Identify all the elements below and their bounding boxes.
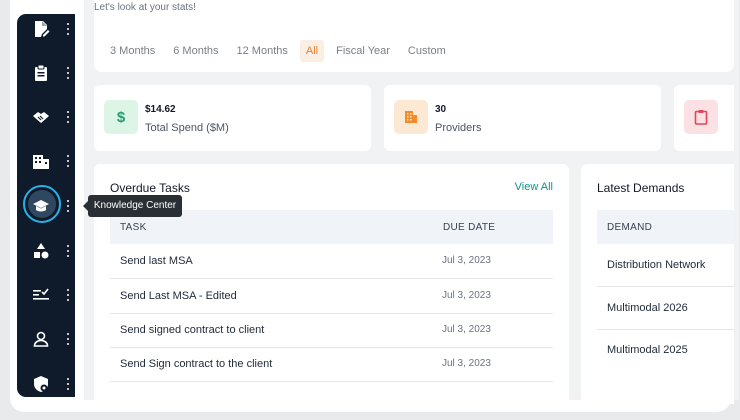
list-item[interactable]: Distribution Network	[597, 244, 734, 287]
clipboard-icon	[684, 100, 718, 134]
table-row[interactable]: Send signed contract to client Jul 3, 20…	[110, 313, 553, 348]
building-icon	[394, 100, 428, 134]
tab-fiscal-year[interactable]: Fiscal Year	[330, 40, 396, 62]
greeting-text: Let's look at your stats!	[94, 2, 196, 13]
table-header: DEMAND	[597, 210, 734, 244]
view-all-link[interactable]: View All	[515, 181, 553, 193]
sidebar-item-categories[interactable]	[17, 236, 75, 266]
panel-title: Latest Demands	[597, 181, 685, 195]
user-icon	[32, 330, 50, 348]
graduation-cap-icon	[32, 197, 50, 215]
column-header-due-date: DUE DATE	[443, 222, 496, 233]
document-edit-icon	[32, 20, 50, 38]
stat-card-providers[interactable]: 30 Providers	[384, 85, 661, 151]
sidebar-item-knowledge-center[interactable]	[17, 185, 75, 223]
tab-12-months[interactable]: 12 Months	[231, 40, 294, 62]
sidebar-item-users[interactable]	[17, 324, 75, 354]
tab-all[interactable]: All	[299, 40, 325, 62]
task-name: Send last MSA	[120, 255, 193, 267]
stat-label: Providers	[435, 122, 482, 134]
stat-value: $14.62	[145, 104, 176, 115]
due-date: Jul 3, 2023	[442, 324, 491, 335]
stat-card-total-spend[interactable]: $ $14.62 Total Spend ($M)	[94, 85, 371, 151]
tab-custom[interactable]: Custom	[402, 40, 452, 62]
column-header-demand: DEMAND	[607, 222, 653, 233]
table-row[interactable]: Send last MSA Jul 3, 2023	[110, 244, 553, 279]
sidebar-item-checklist[interactable]	[17, 280, 75, 310]
period-filter-card: Let's look at your stats! 3 Months 6 Mon…	[94, 0, 734, 72]
task-name: Send Last MSA - Edited	[120, 290, 237, 302]
demand-name: Distribution Network	[607, 259, 706, 271]
table-row[interactable]: Send Last MSA - Edited Jul 3, 2023	[110, 279, 553, 314]
stat-card-demands[interactable]	[674, 85, 734, 151]
demand-name: Multimodal 2026	[607, 302, 688, 314]
due-date: Jul 3, 2023	[442, 358, 491, 369]
clipboard-icon	[32, 64, 50, 82]
stat-label: Total Spend ($M)	[145, 122, 229, 134]
due-date: Jul 3, 2023	[442, 290, 491, 301]
tab-6-months[interactable]: 6 Months	[167, 40, 224, 62]
checklist-icon	[32, 286, 50, 304]
handshake-icon	[32, 108, 50, 126]
tab-3-months[interactable]: 3 Months	[104, 40, 161, 62]
sidebar-item-tasks[interactable]	[17, 58, 75, 88]
demand-name: Multimodal 2025	[607, 344, 688, 356]
sidebar	[17, 14, 75, 397]
latest-demands-panel: Latest Demands DEMAND Distribution Netwo…	[581, 164, 734, 404]
sidebar-item-contracts[interactable]	[17, 102, 75, 132]
shapes-icon	[32, 242, 50, 260]
column-header-task: TASK	[120, 222, 147, 233]
task-name: Send signed contract to client	[120, 324, 265, 336]
sidebar-item-providers[interactable]	[17, 146, 75, 176]
panel-title: Overdue Tasks	[110, 181, 190, 195]
stat-value: 30	[435, 104, 447, 115]
list-item[interactable]: Multimodal 2025	[597, 329, 734, 371]
sidebar-tooltip: Knowledge Center	[83, 195, 182, 217]
sidebar-item-admin[interactable]	[17, 369, 75, 399]
list-item[interactable]: Multimodal 2026	[597, 287, 734, 330]
building-icon	[32, 152, 50, 170]
dollar-icon: $	[104, 100, 138, 134]
task-name: Send Sign contract to the client	[120, 358, 273, 370]
sidebar-item-documents[interactable]	[17, 14, 75, 44]
due-date: Jul 3, 2023	[442, 255, 491, 266]
table-row[interactable]: Send Sign contract to the client Jul 3, …	[110, 347, 553, 382]
shield-settings-icon	[32, 375, 50, 393]
period-tabs: 3 Months 6 Months 12 Months All Fiscal Y…	[104, 40, 452, 62]
